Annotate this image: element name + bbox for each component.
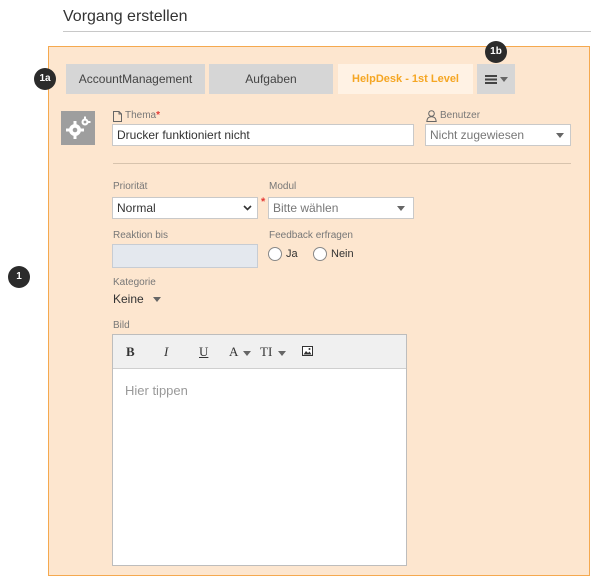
chevron-down-icon	[277, 350, 286, 356]
feedback-radio-nein[interactable]	[313, 247, 327, 261]
chevron-down-icon	[242, 350, 251, 356]
font-size-label: TI	[260, 344, 273, 359]
prioritaet-value: Normal	[117, 201, 156, 215]
badge-1: 1	[8, 266, 30, 288]
kategorie-dropdown[interactable]: Keine	[113, 292, 162, 306]
benutzer-label: Benutzer	[440, 110, 481, 121]
badge-1b: 1b	[485, 41, 507, 63]
editor-placeholder[interactable]: Hier tippen	[125, 383, 188, 398]
chevron-down-icon	[397, 206, 405, 211]
feedback-nein-label: Nein	[331, 248, 354, 260]
thema-label: Thema	[125, 110, 157, 121]
font-color-button[interactable]: A	[229, 344, 251, 360]
kategorie-label: Kategorie	[113, 277, 156, 288]
prioritaet-label: Priorität	[113, 181, 148, 192]
feedback-label: Feedback erfragen	[269, 230, 353, 241]
modul-label: Modul	[269, 181, 297, 192]
page-title: Vorgang erstellen	[63, 8, 188, 25]
gears-icon	[66, 116, 91, 139]
font-size-button[interactable]: TI	[260, 344, 286, 360]
bold-button[interactable]: B	[126, 344, 135, 360]
badge-1a: 1a	[34, 68, 56, 90]
tab-helpdesk-1st-level[interactable]: HelpDesk - 1st Level	[338, 64, 473, 94]
title-divider	[63, 31, 591, 32]
rich-text-editor: B I U A TI Hier tippen	[112, 334, 407, 566]
user-icon	[426, 110, 437, 122]
prioritaet-select[interactable]: Normal	[112, 197, 258, 219]
reaktion-input[interactable]	[112, 244, 258, 268]
italic-button[interactable]: I	[164, 344, 168, 360]
list-icon	[484, 75, 497, 84]
image-icon[interactable]	[302, 346, 313, 356]
tab-aufgaben[interactable]: Aufgaben	[209, 64, 333, 94]
section-divider	[113, 163, 571, 164]
gear-icon-box	[61, 111, 95, 145]
chevron-down-icon	[153, 297, 162, 303]
required-marker: *	[156, 110, 161, 121]
underline-button[interactable]: U	[199, 344, 208, 360]
modul-select[interactable]: Bitte wählen	[268, 197, 414, 219]
benutzer-select[interactable]: Nicht zugewiesen	[425, 124, 571, 146]
feedback-radio-ja[interactable]	[268, 247, 282, 261]
benutzer-value: Nicht zugewiesen	[430, 128, 525, 142]
chevron-down-icon	[556, 133, 564, 138]
document-icon	[113, 111, 122, 122]
kategorie-value: Keine	[113, 292, 144, 306]
modul-value: Bitte wählen	[273, 201, 339, 215]
font-color-label: A	[229, 344, 238, 359]
chevron-down-icon	[243, 205, 252, 211]
required-marker: *	[261, 196, 266, 208]
editor-toolbar: B I U A TI	[113, 335, 406, 369]
tab-accountmanagement[interactable]: AccountManagement	[66, 64, 205, 94]
feedback-ja-label: Ja	[286, 248, 298, 260]
reaktion-label: Reaktion bis	[113, 230, 169, 241]
chevron-down-icon	[499, 76, 508, 82]
tab-menu-button[interactable]	[477, 64, 515, 94]
thema-input[interactable]: Drucker funktioniert nicht	[112, 124, 414, 146]
bild-label: Bild	[113, 320, 130, 331]
